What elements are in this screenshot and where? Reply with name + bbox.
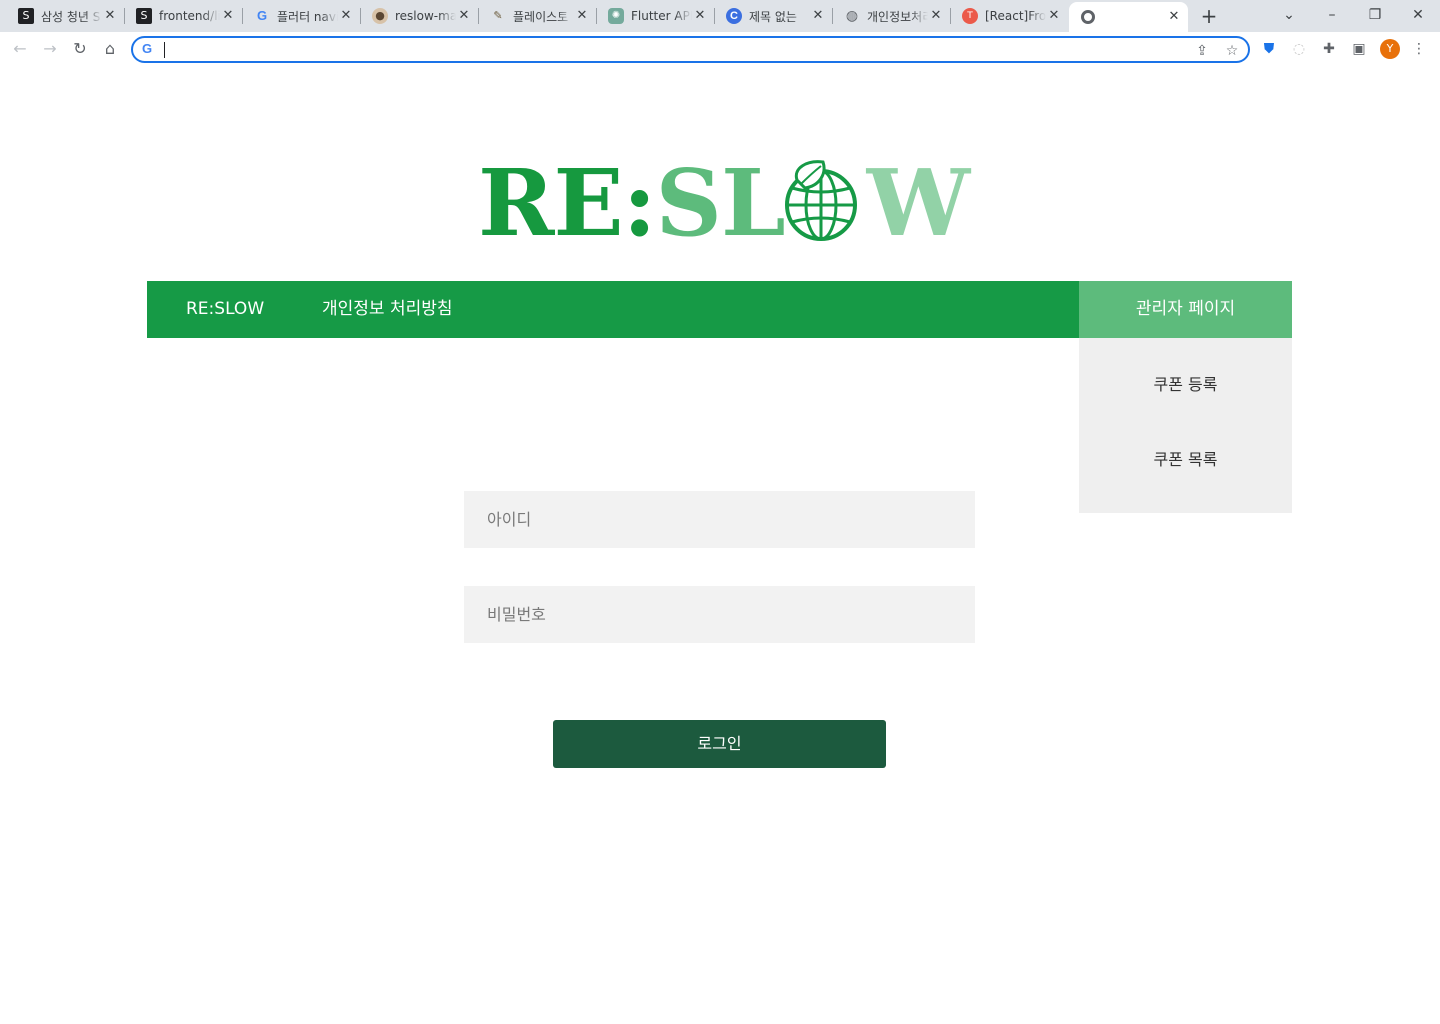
shield-extension-icon[interactable]: ⛊ (1259, 39, 1279, 59)
tab-title: 삼성 청년 S (41, 9, 101, 24)
leaf-globe-icon (785, 160, 857, 241)
black-s-icon: S (136, 8, 152, 24)
text-caret (164, 42, 165, 58)
extension-circle-icon[interactable]: ◌ (1289, 39, 1309, 59)
browser-tab[interactable]: S 삼성 청년 S ✕ (6, 4, 125, 28)
new-tab-button[interactable]: + (1199, 6, 1219, 26)
forward-arrow-icon[interactable]: → (39, 38, 61, 60)
browser-toolbar: ← → ↻ ⌂ G ⇪ ☆ ⛊ ◌ ✚ ▣ ⋮ (0, 32, 1440, 66)
feather-icon: ✎ (493, 9, 503, 22)
puzzle-extensions-icon[interactable]: ✚ (1319, 39, 1339, 59)
close-tab-icon[interactable]: ✕ (928, 8, 944, 24)
tab-title: 플레이스토 (513, 9, 569, 24)
kebab-menu-icon[interactable]: ⋮ (1409, 39, 1429, 59)
password-input[interactable] (464, 586, 975, 643)
browser-tab[interactable]: ✎ 플레이스토 ✕ (478, 4, 597, 28)
tab-title: Flutter APK (631, 9, 692, 23)
browser-tab-active[interactable]: ✕ (1069, 2, 1188, 32)
menu-item-coupon-register[interactable]: 쿠폰 등록 (1079, 365, 1292, 405)
close-tab-icon[interactable]: ✕ (456, 8, 472, 24)
address-input[interactable] (163, 41, 1183, 59)
browser-tab[interactable]: ● reslow-mai ✕ (360, 4, 479, 28)
reslow-logo[interactable]: RE:SL W (478, 157, 970, 249)
bookmark-star-icon[interactable]: ☆ (1223, 42, 1241, 60)
close-tab-icon[interactable]: ✕ (692, 8, 708, 24)
tab-title: 플러터 navi (277, 9, 338, 24)
google-icon: G (142, 41, 153, 56)
close-tab-icon[interactable]: ✕ (1046, 8, 1062, 24)
browser-tab[interactable]: T [React]Fron ✕ (950, 4, 1068, 28)
nav-privacy-link[interactable]: 개인정보 처리방침 (322, 281, 453, 338)
share-icon[interactable]: ⇪ (1193, 42, 1211, 60)
nav-admin-menu[interactable]: 관리자 페이지 (1079, 281, 1292, 338)
close-tab-icon[interactable]: ✕ (574, 8, 590, 24)
side-panel-icon[interactable]: ▣ (1349, 39, 1369, 59)
menu-item-coupon-list[interactable]: 쿠폰 목록 (1079, 440, 1292, 480)
nav-home-link[interactable]: RE:SLOW (186, 281, 264, 338)
restore-button[interactable]: ❐ (1355, 4, 1395, 26)
browser-tab[interactable]: ✺ Flutter APK ✕ (596, 4, 715, 28)
chatgpt-icon: ✺ (608, 8, 624, 24)
profile-avatar[interactable]: Y (1380, 39, 1400, 59)
close-tab-icon[interactable]: ✕ (220, 8, 236, 24)
minimize-button[interactable]: – (1312, 4, 1352, 26)
browser-tab[interactable]: C 제목 없는 ✕ (714, 4, 833, 28)
google-icon: G (256, 8, 268, 23)
logo-text-w: W (866, 149, 970, 257)
red-t-icon: T (962, 8, 978, 24)
logo-wordmark: RE:SL W (478, 157, 970, 249)
logo-text-sl: SL (655, 149, 786, 257)
home-icon[interactable]: ⌂ (99, 38, 121, 60)
chrome-icon (1081, 10, 1095, 24)
globe-icon: ◍ (845, 8, 859, 24)
tab-title: [React]Fron (985, 9, 1046, 23)
tab-title: 개인정보처리 (867, 9, 928, 24)
close-window-button[interactable]: ✕ (1398, 4, 1438, 26)
close-tab-icon[interactable]: ✕ (810, 8, 826, 24)
main-navbar: RE:SLOW 개인정보 처리방침 관리자 페이지 (147, 281, 1292, 338)
address-bar[interactable]: G ⇪ ☆ (131, 36, 1250, 63)
login-button[interactable]: 로그인 (553, 720, 886, 768)
browser-tab[interactable]: ◍ 개인정보처리 ✕ (832, 4, 951, 28)
tab-title: frontend/lib (159, 9, 220, 23)
browser-tab-strip: S 삼성 청년 S ✕ S frontend/lib ✕ G 플러터 navi … (0, 0, 1440, 32)
close-tab-icon[interactable]: ✕ (102, 8, 118, 24)
reload-icon[interactable]: ↻ (69, 38, 91, 60)
black-s-icon: S (18, 8, 34, 24)
browser-tab[interactable]: G 플러터 navi ✕ (242, 4, 361, 28)
github-octocat-icon: ● (372, 8, 388, 24)
back-arrow-icon[interactable]: ← (9, 38, 31, 60)
admin-dropdown-menu: 쿠폰 등록 쿠폰 목록 (1079, 338, 1292, 513)
close-tab-icon[interactable]: ✕ (1166, 9, 1182, 25)
tab-title: reslow-mai (395, 9, 456, 23)
close-tab-icon[interactable]: ✕ (338, 8, 354, 24)
logo-text-re: RE: (478, 149, 657, 257)
username-input[interactable] (464, 491, 975, 548)
c-circle-icon: C (726, 8, 742, 24)
tab-search-chevron-icon[interactable]: ⌄ (1269, 4, 1309, 26)
tab-title: 제목 없는 (749, 9, 797, 24)
browser-tab[interactable]: S frontend/lib ✕ (124, 4, 243, 28)
